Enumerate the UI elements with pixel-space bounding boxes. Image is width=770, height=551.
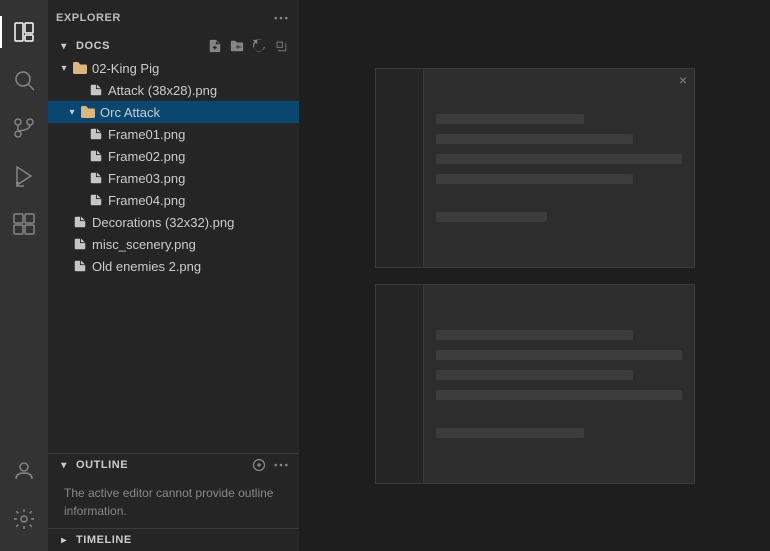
frame03-label: Frame03.png [108, 171, 185, 186]
misc-scenery-file-icon [72, 236, 88, 252]
timeline-arrow [56, 532, 72, 548]
outline-more-button[interactable] [271, 455, 291, 475]
frame02-file-icon [88, 148, 104, 164]
old-enemies-file-icon [72, 258, 88, 274]
outline-follow-cursor-button[interactable] [249, 455, 269, 475]
explorer-tree: DOCS [48, 35, 299, 453]
activity-bar [0, 0, 48, 551]
outline-section: OUTLINE The active editor cannot provide… [48, 453, 299, 528]
tree-item-misc-scenery[interactable]: misc_scenery.png [48, 233, 299, 255]
docs-section-header[interactable]: DOCS [48, 35, 299, 57]
sidebar: EXPLORER DOCS [48, 0, 300, 551]
account-activity-icon[interactable] [0, 447, 48, 495]
tree-item-old-enemies[interactable]: Old enemies 2.png [48, 255, 299, 277]
outline-arrow [56, 457, 72, 473]
tree-item-attack-png[interactable]: Attack (38x28).png [48, 79, 299, 101]
docs-collapse-arrow [56, 38, 72, 54]
decorations-file-icon [72, 214, 88, 230]
king-pig-arrow [56, 60, 72, 76]
decorations-no-arrow [56, 214, 72, 230]
doc-line [436, 428, 584, 438]
tree-item-frame01[interactable]: Frame01.png [48, 123, 299, 145]
explorer-more-button[interactable] [271, 8, 291, 28]
outline-title: OUTLINE [76, 459, 128, 471]
doc-line [436, 390, 682, 400]
new-folder-button[interactable] [227, 36, 247, 56]
timeline-section: TIMELINE [48, 528, 299, 551]
run-activity-icon[interactable] [0, 152, 48, 200]
explorer-title: EXPLORER [56, 12, 121, 24]
attack-png-file-icon [88, 82, 104, 98]
doc-right-content-2 [424, 285, 694, 483]
doc-left-bar-1 [376, 69, 424, 267]
explorer-header: EXPLORER [48, 0, 299, 35]
old-enemies-label: Old enemies 2.png [92, 259, 201, 274]
doc-line [436, 134, 633, 144]
attack-png-no-arrow [72, 82, 88, 98]
tree-item-orc-attack[interactable]: Orc Attack [48, 101, 299, 123]
timeline-title: TIMELINE [76, 534, 132, 546]
orc-attack-folder-icon [80, 104, 96, 120]
refresh-button[interactable] [249, 36, 269, 56]
close-top-button[interactable]: × [675, 72, 691, 88]
tree-item-frame03[interactable]: Frame03.png [48, 167, 299, 189]
docs-section-label: DOCS [76, 40, 110, 52]
explorer-activity-icon[interactable] [0, 8, 48, 56]
source-control-activity-icon[interactable] [0, 104, 48, 152]
misc-scenery-no-arrow [56, 236, 72, 252]
doc-line [436, 370, 633, 380]
misc-scenery-label: misc_scenery.png [92, 237, 196, 252]
frame01-label: Frame01.png [108, 127, 185, 142]
king-pig-folder-icon [72, 60, 88, 76]
extensions-activity-icon[interactable] [0, 200, 48, 248]
doc-placeholder-1 [375, 68, 695, 268]
tree-item-king-pig[interactable]: 02-King Pig [48, 57, 299, 79]
tree-item-frame04[interactable]: Frame04.png [48, 189, 299, 211]
decorations-label: Decorations (32x32).png [92, 215, 234, 230]
search-activity-icon[interactable] [0, 56, 48, 104]
doc-line [436, 154, 682, 164]
panels-area: × [300, 0, 770, 551]
king-pig-label: 02-King Pig [92, 61, 159, 76]
tree-item-decorations[interactable]: Decorations (32x32).png [48, 211, 299, 233]
attack-png-label: Attack (38x28).png [108, 83, 217, 98]
old-enemies-no-arrow [56, 258, 72, 274]
outline-header[interactable]: OUTLINE [48, 454, 299, 476]
main-content: × [300, 0, 770, 551]
doc-line [436, 212, 547, 222]
doc-right-content-1 [424, 69, 694, 267]
doc-line [436, 350, 682, 360]
tree-empty-space [48, 277, 299, 357]
doc-line [436, 174, 633, 184]
settings-activity-icon[interactable] [0, 495, 48, 543]
tree-item-frame02[interactable]: Frame02.png [48, 145, 299, 167]
orc-attack-label: Orc Attack [100, 105, 160, 120]
new-file-button[interactable] [205, 36, 225, 56]
doc-left-bar-2 [376, 285, 424, 483]
frame04-file-icon [88, 192, 104, 208]
frame02-label: Frame02.png [108, 149, 185, 164]
top-docs-row: × [375, 68, 695, 268]
orc-attack-arrow [64, 104, 80, 120]
bottom-docs-row [375, 284, 695, 484]
outline-message: The active editor cannot provide outline… [48, 476, 299, 528]
doc-line [436, 330, 633, 340]
frame03-file-icon [88, 170, 104, 186]
doc-line [436, 114, 584, 124]
frame01-file-icon [88, 126, 104, 142]
timeline-header[interactable]: TIMELINE [48, 529, 299, 551]
doc-placeholder-2 [375, 284, 695, 484]
frame04-label: Frame04.png [108, 193, 185, 208]
docs-actions [205, 36, 291, 56]
collapse-all-button[interactable] [271, 36, 291, 56]
